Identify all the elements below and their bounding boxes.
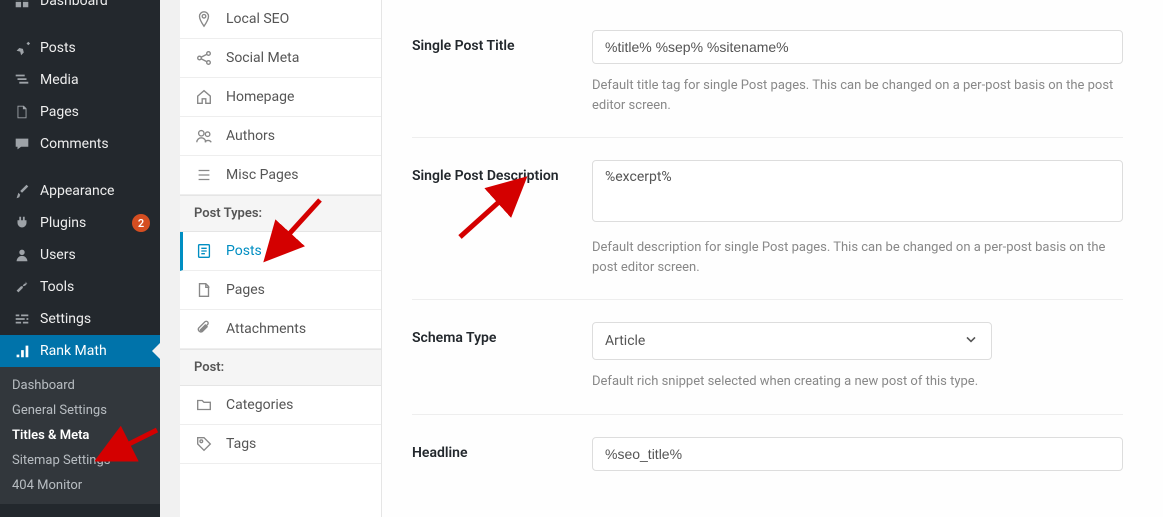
pin-icon: [12, 39, 32, 57]
tab-homepage[interactable]: Homepage: [180, 78, 381, 117]
submenu-sitemap[interactable]: Sitemap Settings: [0, 448, 160, 473]
nav-plugins[interactable]: Plugins 2: [0, 207, 160, 239]
attachment-icon: [194, 320, 214, 338]
submenu-dashboard[interactable]: Dashboard: [0, 373, 160, 398]
authors-icon: [194, 127, 214, 145]
folder-icon: [194, 396, 214, 414]
comments-icon: [12, 135, 32, 153]
submenu-titles[interactable]: Titles & Meta: [0, 423, 160, 448]
post-tax-header: Post:: [180, 349, 381, 386]
headline-input[interactable]: [592, 437, 1123, 471]
nav-label: Pages: [40, 104, 150, 120]
tab-social-meta[interactable]: Social Meta: [180, 39, 381, 78]
field-single-post-title: Single Post Title Default title tag for …: [412, 20, 1123, 138]
post-types-header: Post Types:: [180, 195, 381, 232]
tab-posts[interactable]: Posts: [180, 232, 381, 271]
update-badge: 2: [132, 214, 150, 232]
tab-label: Attachments: [226, 321, 306, 337]
field-description: Default title tag for single Post pages.…: [592, 76, 1123, 115]
pages-icon: [12, 103, 32, 121]
nav-label: Media: [40, 72, 150, 88]
tab-attachments[interactable]: Attachments: [180, 310, 381, 349]
tab-label: Homepage: [226, 89, 294, 105]
nav-users[interactable]: Users: [0, 239, 160, 271]
nav-appearance[interactable]: Appearance: [0, 175, 160, 207]
tab-label: Categories: [226, 397, 293, 413]
nav-label: Comments: [40, 136, 150, 152]
select-value: Article: [605, 333, 645, 349]
nav-label: Plugins: [40, 215, 124, 231]
nav-label: Tools: [40, 279, 150, 295]
nav-media[interactable]: Media: [0, 64, 160, 96]
brush-icon: [12, 182, 32, 200]
nav-posts[interactable]: Posts: [0, 32, 160, 64]
sliders-icon: [12, 310, 32, 328]
nav-pages[interactable]: Pages: [0, 96, 160, 128]
tab-label: Misc Pages: [226, 167, 299, 183]
nav-label: Appearance: [40, 183, 150, 199]
tab-label: Pages: [226, 282, 265, 298]
tab-local-seo[interactable]: Local SEO: [180, 0, 381, 39]
separator: [0, 22, 160, 27]
separator: [0, 165, 160, 170]
submenu-404[interactable]: 404 Monitor: [0, 473, 160, 498]
wp-admin-sidebar: Dashboard Posts Media Pages Comments App…: [0, 0, 160, 517]
nav-label: Users: [40, 247, 150, 263]
nav-comments[interactable]: Comments: [0, 128, 160, 160]
users-icon: [12, 246, 32, 264]
tab-label: Tags: [226, 436, 256, 452]
tab-pages[interactable]: Pages: [180, 271, 381, 310]
plugin-icon: [12, 214, 32, 232]
tab-label: Social Meta: [226, 50, 299, 66]
dashboard-icon: [12, 0, 32, 10]
nav-settings[interactable]: Settings: [0, 303, 160, 335]
nav-label: Settings: [40, 311, 150, 327]
field-description: Default description for single Post page…: [592, 238, 1123, 277]
field-label: Single Post Description: [412, 160, 592, 184]
tools-icon: [12, 278, 32, 296]
nav-dashboard[interactable]: Dashboard: [0, 0, 160, 17]
media-icon: [12, 71, 32, 89]
single-post-title-input[interactable]: [592, 30, 1123, 64]
tab-tags[interactable]: Tags: [180, 425, 381, 464]
tab-label: Authors: [226, 128, 275, 144]
post-icon: [194, 242, 214, 260]
nav-label: Rank Math: [40, 343, 150, 359]
tag-icon: [194, 435, 214, 453]
submenu-general[interactable]: General Settings: [0, 398, 160, 423]
single-post-description-input[interactable]: [592, 160, 1123, 222]
field-label: Headline: [412, 437, 592, 461]
field-description: Default rich snippet selected when creat…: [592, 372, 1123, 392]
field-headline: Headline: [412, 415, 1123, 493]
nav-label: Posts: [40, 40, 150, 56]
schema-type-select[interactable]: Article: [592, 322, 992, 360]
tab-label: Local SEO: [226, 11, 289, 27]
list-icon: [194, 166, 214, 184]
tab-label: Posts: [226, 243, 262, 259]
chart-icon: [12, 342, 32, 360]
rank-math-submenu: Dashboard General Settings Titles & Meta…: [0, 367, 160, 504]
tab-misc-pages[interactable]: Misc Pages: [180, 156, 381, 195]
page-icon: [194, 281, 214, 299]
field-label: Single Post Title: [412, 30, 592, 54]
nav-tools[interactable]: Tools: [0, 271, 160, 303]
tab-categories[interactable]: Categories: [180, 386, 381, 425]
tab-authors[interactable]: Authors: [180, 117, 381, 156]
chevron-down-icon: [963, 331, 979, 351]
location-pin-icon: [194, 10, 214, 28]
field-single-post-description: Single Post Description Default descript…: [412, 138, 1123, 300]
settings-panel: Single Post Title Default title tag for …: [382, 0, 1163, 517]
home-icon: [194, 88, 214, 106]
field-label: Schema Type: [412, 322, 592, 346]
nav-rank-math[interactable]: Rank Math: [0, 335, 160, 367]
rank-math-tabs-sidebar: Local SEO Social Meta Homepage Authors M…: [180, 0, 382, 517]
share-icon: [194, 49, 214, 67]
nav-label: Dashboard: [40, 0, 150, 9]
field-schema-type: Schema Type Article Default rich snippet…: [412, 300, 1123, 415]
